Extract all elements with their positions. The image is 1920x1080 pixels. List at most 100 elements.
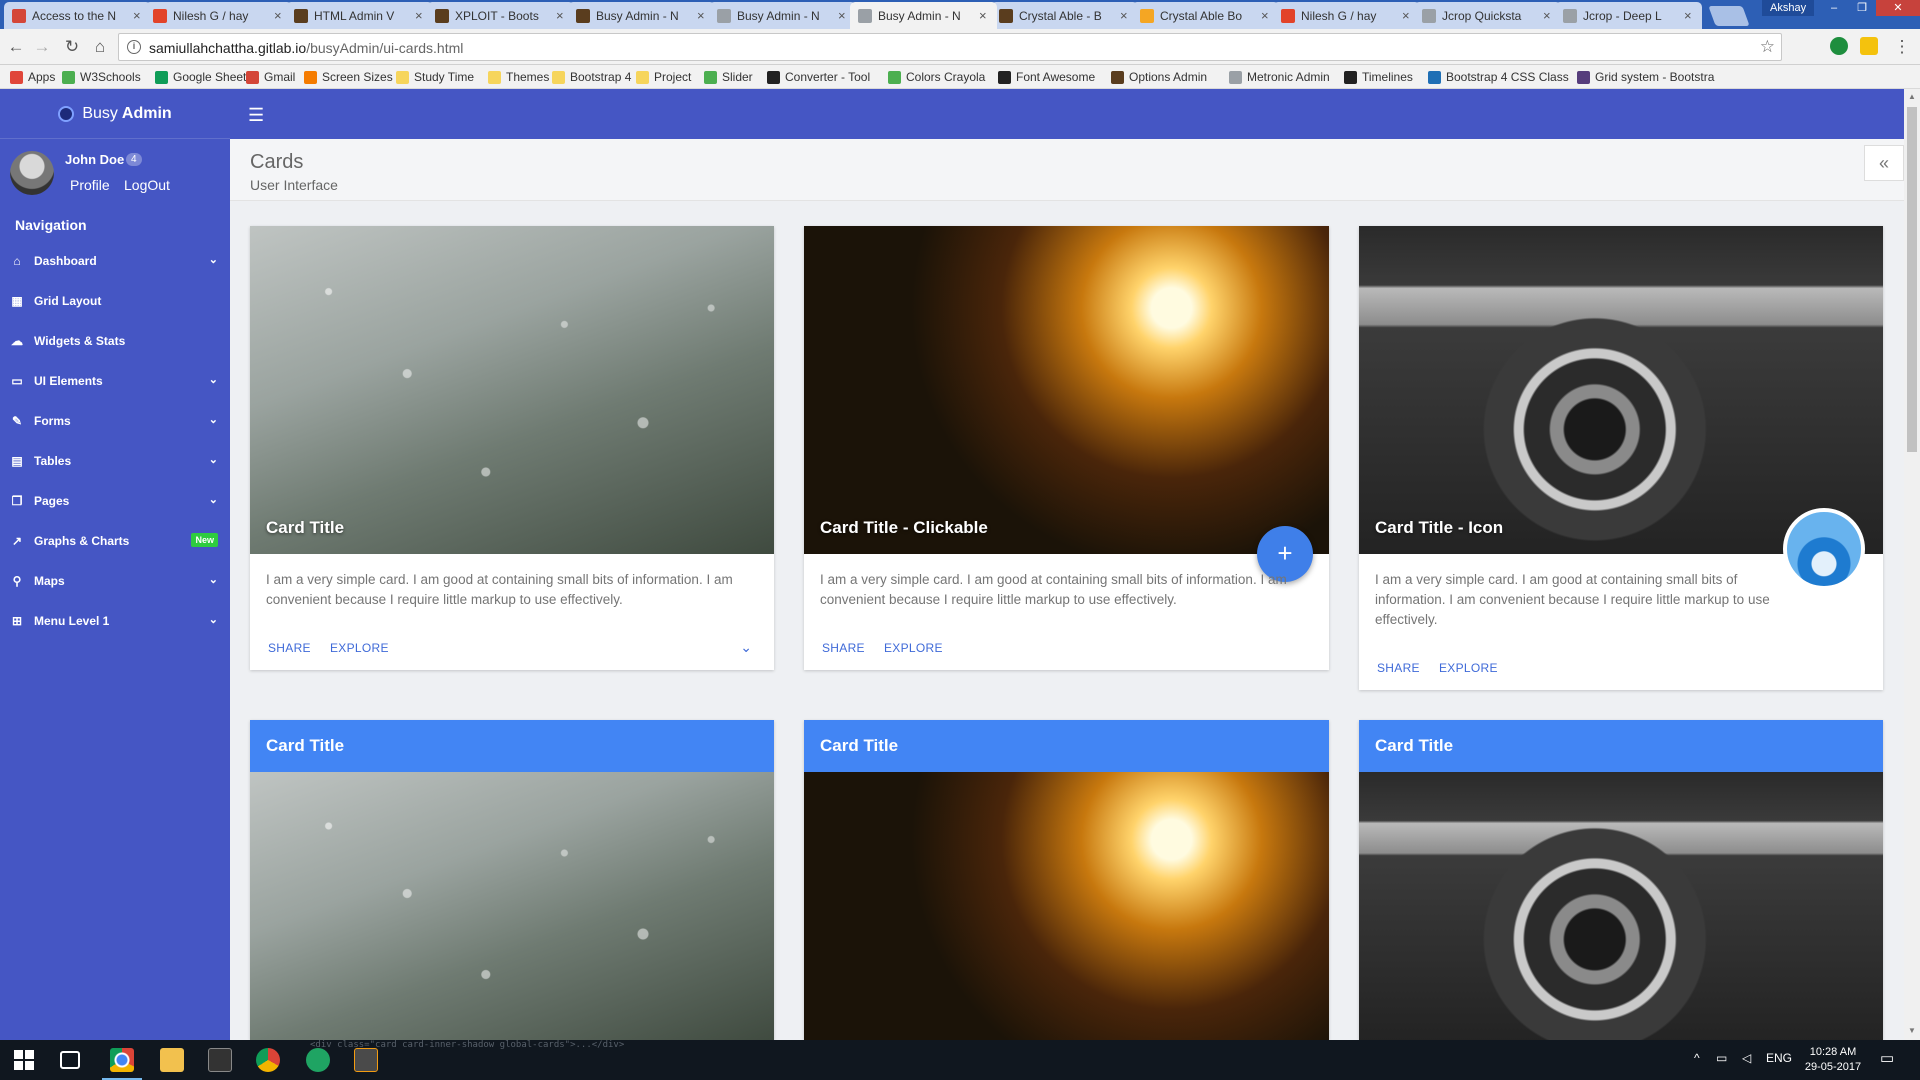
notifications-icon[interactable]: ▭ [1880, 1049, 1894, 1067]
tab-close-icon[interactable]: × [1261, 8, 1273, 23]
browser-tab[interactable]: Crystal Able Bo × [1132, 2, 1279, 29]
logout-link[interactable]: LogOut [124, 177, 170, 193]
bookmark-item[interactable]: Screen Sizes [304, 69, 393, 85]
browser-tab[interactable]: Busy Admin - N × [850, 2, 997, 29]
browser-tab[interactable]: Jcrop - Deep L × [1555, 2, 1702, 29]
browser-tab[interactable]: Crystal Able - B × [991, 2, 1138, 29]
bookmark-item[interactable]: Project [636, 69, 691, 85]
explore-link[interactable]: EXPLORE [330, 641, 389, 655]
browser-profile-name[interactable]: Akshay [1762, 0, 1815, 16]
sidebar-item-pages[interactable]: ❐ Pages ⌄ [0, 481, 230, 521]
scroll-down-icon[interactable]: ▼ [1908, 1026, 1916, 1035]
file-explorer-icon[interactable] [160, 1048, 184, 1072]
chevron-up-icon[interactable]: ^ [1694, 1051, 1700, 1065]
extension-green-icon[interactable] [1830, 37, 1848, 55]
bookmark-item[interactable]: Converter - Tool [767, 69, 870, 85]
sidebar-item-grid-layout[interactable]: ▦ Grid Layout [0, 281, 230, 321]
chrome-menu-icon[interactable]: ⋮ [1890, 35, 1914, 59]
bookmark-item[interactable]: Apps [10, 69, 55, 85]
sidebar-item-forms[interactable]: ✎ Forms ⌄ [0, 401, 230, 441]
bookmark-item[interactable]: Grid system - Bootstra [1577, 69, 1714, 85]
window-close-icon[interactable]: ✕ [1876, 0, 1920, 16]
brand-logo[interactable]: Busy Admin [0, 89, 230, 139]
bookmark-item[interactable]: Colors Crayola [888, 69, 985, 85]
tab-close-icon[interactable]: × [1120, 8, 1132, 23]
network-icon[interactable]: ▭ [1716, 1051, 1727, 1065]
tab-close-icon[interactable]: × [415, 8, 427, 23]
bookmark-item[interactable]: Themes [488, 69, 549, 85]
volume-icon[interactable]: ◁ [1742, 1051, 1751, 1065]
browser-tab[interactable]: XPLOIT - Boots × [427, 2, 574, 29]
new-tab-button[interactable] [1708, 6, 1750, 26]
language-indicator[interactable]: ENG [1766, 1051, 1792, 1065]
sidebar-item-dashboard[interactable]: ⌂ Dashboard ⌄ [0, 241, 230, 281]
home-icon[interactable]: ⌂ [88, 35, 112, 59]
browser-tab[interactable]: Busy Admin - N × [568, 2, 715, 29]
bookmark-item[interactable]: Slider [704, 69, 753, 85]
back-arrow-icon[interactable]: ← [4, 35, 28, 59]
restore-icon[interactable]: ❐ [1848, 0, 1876, 16]
explore-link[interactable]: EXPLORE [884, 641, 943, 655]
scroll-up-icon[interactable]: ▲ [1908, 92, 1916, 101]
browser-tab[interactable]: HTML Admin V × [286, 2, 433, 29]
tab-close-icon[interactable]: × [556, 8, 568, 23]
bookmark-item[interactable]: Options Admin [1111, 69, 1207, 85]
tab-close-icon[interactable]: × [838, 8, 850, 23]
system-clock[interactable]: 10:28 AM 29-05-2017 [1798, 1045, 1868, 1075]
bookmark-item[interactable]: Gmail [246, 69, 295, 85]
share-link[interactable]: SHARE [822, 641, 865, 655]
sublime-icon[interactable] [354, 1048, 378, 1072]
page-info-icon[interactable]: i [127, 40, 141, 54]
card-clickable[interactable]: Card Title - Clickable + I am a very sim… [804, 226, 1329, 670]
hamburger-menu-icon[interactable]: ☰ [248, 105, 264, 126]
browser-tab[interactable]: Access to the N × [4, 2, 151, 29]
explore-link[interactable]: EXPLORE [1439, 661, 1498, 675]
bookmark-item[interactable]: Bootstrap 4 CSS Class [1428, 69, 1569, 85]
sidebar-item-menu-level-1[interactable]: ⊞ Menu Level 1 ⌄ [0, 601, 230, 641]
address-bar[interactable]: i samiullahchattha.gitlab.io/busyAdmin/u… [118, 33, 1782, 61]
browser-tab[interactable]: Nilesh G / hay × [145, 2, 292, 29]
minimize-icon[interactable]: ‒ [1820, 0, 1848, 16]
browser-tab[interactable]: Nilesh G / hay × [1273, 2, 1420, 29]
avatar[interactable] [10, 151, 54, 195]
tab-close-icon[interactable]: × [133, 8, 145, 23]
scrollbar-thumb[interactable] [1907, 107, 1917, 452]
browser-tab[interactable]: Jcrop Quicksta × [1414, 2, 1561, 29]
tab-close-icon[interactable]: × [697, 8, 709, 23]
terminal-icon[interactable] [208, 1048, 232, 1072]
chrome-taskbar-icon[interactable] [110, 1048, 134, 1072]
bookmark-item[interactable]: Bootstrap 4 [552, 69, 631, 85]
url-text[interactable]: samiullahchattha.gitlab.io/busyAdmin/ui-… [149, 40, 463, 56]
bookmark-item[interactable]: Timelines [1344, 69, 1413, 85]
tab-close-icon[interactable]: × [1684, 8, 1696, 23]
profile-link[interactable]: Profile [70, 177, 110, 193]
bookmark-item[interactable]: Metronic Admin [1229, 69, 1330, 85]
extension-star-icon[interactable] [1860, 37, 1878, 55]
double-chevron-left-icon[interactable]: « [1864, 145, 1904, 181]
hangouts-icon[interactable] [306, 1048, 330, 1072]
reload-icon[interactable]: ↻ [60, 35, 84, 59]
sidebar-item-tables[interactable]: ▤ Tables ⌄ [0, 441, 230, 481]
share-link[interactable]: SHARE [1377, 661, 1420, 675]
sidebar-item-graphs-charts[interactable]: ↗ Graphs & Charts New [0, 521, 230, 561]
sidebar-item-widgets-stats[interactable]: ☁ Widgets & Stats [0, 321, 230, 361]
tab-close-icon[interactable]: × [1543, 8, 1555, 23]
chrome-alt-icon[interactable] [256, 1048, 280, 1072]
share-link[interactable]: SHARE [268, 641, 311, 655]
sidebar-item-maps[interactable]: ⚲ Maps ⌄ [0, 561, 230, 601]
tab-close-icon[interactable]: × [979, 8, 991, 23]
tab-close-icon[interactable]: × [1402, 8, 1414, 23]
sidebar-item-ui-elements[interactable]: ▭ UI Elements ⌄ [0, 361, 230, 401]
bookmark-star-icon[interactable]: ☆ [1760, 37, 1775, 57]
windows-start-icon[interactable] [14, 1050, 34, 1070]
tab-close-icon[interactable]: × [274, 8, 286, 23]
browser-tab[interactable]: Busy Admin - N × [709, 2, 856, 29]
task-view-icon[interactable] [60, 1051, 80, 1069]
page-scrollbar[interactable]: ▲ ▼ [1904, 89, 1920, 1040]
forward-arrow-icon[interactable]: → [30, 35, 54, 59]
bookmark-item[interactable]: Google Sheets [155, 69, 252, 85]
bookmark-item[interactable]: W3Schools [62, 69, 141, 85]
chevron-down-icon[interactable]: ⌄ [740, 639, 752, 656]
bookmark-item[interactable]: Font Awesome [998, 69, 1095, 85]
bookmark-item[interactable]: Study Time [396, 69, 474, 85]
